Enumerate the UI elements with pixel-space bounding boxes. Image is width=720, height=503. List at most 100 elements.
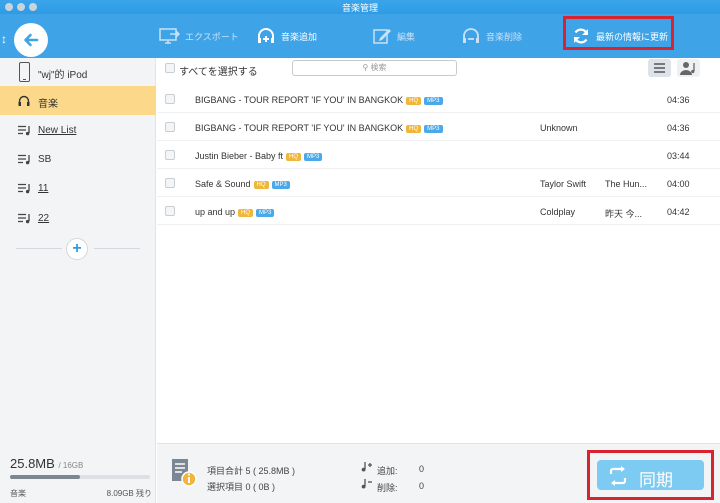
song-title-cell: up and up HQ MP3 xyxy=(195,207,275,217)
playlist-icon xyxy=(18,213,30,224)
sync-highlight-box: 同期 xyxy=(587,450,714,500)
hq-badge: HQ xyxy=(238,209,254,217)
artist-view-button[interactable] xyxy=(677,59,700,77)
window-title: 音楽管理 xyxy=(341,3,378,13)
table-row[interactable]: BIGBANG - TOUR REPORT 'IF YOU' IN BANGKO… xyxy=(157,85,720,113)
list-view-button[interactable] xyxy=(648,59,671,77)
storage-remaining: 8.09GB 残り xyxy=(106,489,152,498)
total-items: 項目合計 5 ( 25.8MB ) xyxy=(207,466,296,476)
sidebar-item-label: SB xyxy=(38,154,52,165)
song-artist: Coldplay xyxy=(540,207,576,217)
playlist-icon xyxy=(18,183,30,194)
mp3-badge: MP3 xyxy=(256,209,275,217)
table-row[interactable]: up and up HQ MP3 Coldplay 昨天 今... 04:42 xyxy=(157,197,720,225)
export-button[interactable]: エクスポート xyxy=(158,22,239,50)
headphones-remove-icon xyxy=(463,28,479,43)
song-album: 昨天 今... xyxy=(605,209,643,219)
sidebar-item-label: New List xyxy=(38,125,77,136)
add-music-label: 音楽追加 xyxy=(281,31,318,42)
add-music-button[interactable]: 音楽追加 xyxy=(256,22,317,50)
added-label: 追加: xyxy=(377,466,398,476)
sync-label: 同期 xyxy=(639,471,673,490)
song-title: BIGBANG - TOUR REPORT 'IF YOU' IN BANGKO… xyxy=(195,123,404,133)
sidebar-item-label: 11 xyxy=(38,183,49,194)
sidebar-item-sb[interactable]: SB xyxy=(0,145,156,174)
hq-badge: HQ xyxy=(286,153,302,161)
song-album: The Hun... xyxy=(605,179,648,189)
song-title: Justin Bieber - Baby ft xyxy=(195,151,284,161)
select-all-label[interactable]: すべてを選択する xyxy=(179,63,258,78)
storage-used: 25.8MB xyxy=(10,456,55,471)
song-title-cell: Justin Bieber - Baby ft HQ MP3 xyxy=(195,151,323,161)
search-input[interactable]: ⚲ 検索 xyxy=(292,60,457,76)
song-duration: 04:42 xyxy=(667,207,690,217)
row-checkbox[interactable] xyxy=(165,150,175,160)
artist-view-icon xyxy=(680,62,695,75)
storage-bar xyxy=(10,475,150,479)
deleted-count: 0 xyxy=(419,481,425,491)
selected-items: 選択項目 0 ( 0B ) xyxy=(207,482,276,492)
row-checkbox[interactable] xyxy=(165,94,175,104)
mp3-badge: MP3 xyxy=(424,125,443,133)
refresh-highlight-box xyxy=(563,16,674,50)
divider xyxy=(94,248,140,249)
sidebar-item-11[interactable]: 11 xyxy=(0,174,156,203)
device-name: "wj"的 iPod xyxy=(38,70,88,81)
table-row[interactable]: BIGBANG - TOUR REPORT 'IF YOU' IN BANGKO… xyxy=(157,113,720,141)
table-row[interactable]: Justin Bieber - Baby ft HQ MP3 03:44 xyxy=(157,141,720,169)
song-title: up and up xyxy=(195,207,236,217)
resize-handle-icon[interactable]: ↕ xyxy=(1,32,7,46)
hq-badge: HQ xyxy=(253,181,269,189)
sidebar-item-label: 音楽 xyxy=(38,99,58,110)
sidebar-item-music[interactable]: 音楽 xyxy=(0,86,156,115)
sidebar-item-22[interactable]: 22 xyxy=(0,204,156,233)
list-view-icon xyxy=(654,63,665,73)
back-button[interactable] xyxy=(14,23,48,57)
device-row[interactable]: "wj"的 iPod xyxy=(0,58,156,86)
row-checkbox[interactable] xyxy=(165,122,175,132)
sync-button[interactable]: 同期 xyxy=(597,460,704,490)
mp3-badge: MP3 xyxy=(304,153,323,161)
song-title-cell: BIGBANG - TOUR REPORT 'IF YOU' IN BANGKO… xyxy=(195,95,443,105)
song-duration: 04:36 xyxy=(667,123,690,133)
row-checkbox[interactable] xyxy=(165,178,175,188)
song-title-cell: BIGBANG - TOUR REPORT 'IF YOU' IN BANGKO… xyxy=(195,123,443,133)
deleted-label: 削除: xyxy=(377,483,398,493)
item-info-icon xyxy=(172,459,197,487)
edit-button[interactable]: 編集 xyxy=(372,22,415,50)
headphones-add-icon xyxy=(258,28,274,43)
song-title-cell: Safe & Sound HQ MP3 xyxy=(195,179,290,189)
storage-summary: 25.8MB / 16GB xyxy=(10,456,83,471)
hq-badge: HQ xyxy=(406,97,422,105)
sidebar: "wj"的 iPod 音楽 New List SB 11 22 + 25.8MB… xyxy=(0,58,156,503)
edit-label: 編集 xyxy=(397,31,416,42)
song-duration: 03:44 xyxy=(667,151,690,161)
search-placeholder: 検索 xyxy=(370,63,387,72)
song-title: Safe & Sound xyxy=(195,179,251,189)
deleted-music-icon xyxy=(361,479,372,489)
add-playlist-row: + xyxy=(16,238,140,260)
song-title: BIGBANG - TOUR REPORT 'IF YOU' IN BANGKO… xyxy=(195,95,404,105)
playlist-icon xyxy=(18,125,30,136)
playlist-icon xyxy=(18,154,30,165)
select-all-checkbox[interactable] xyxy=(165,63,175,73)
storage-category: 音楽 xyxy=(10,489,26,498)
song-list-panel: すべてを選択する ⚲ 検索 BIGBANG - TOUR REPORT 'IF … xyxy=(157,58,720,443)
back-arrow-icon xyxy=(24,33,39,47)
row-checkbox[interactable] xyxy=(165,206,175,216)
delete-music-button[interactable]: 音楽削除 xyxy=(461,22,522,50)
sidebar-item-label: 22 xyxy=(38,213,50,224)
sidebar-item-new-list[interactable]: New List xyxy=(0,116,156,145)
list-toolbar: すべてを選択する ⚲ 検索 xyxy=(157,58,720,80)
edit-icon xyxy=(373,29,391,44)
storage-total: / 16GB xyxy=(58,461,84,470)
mp3-badge: MP3 xyxy=(271,181,290,189)
divider xyxy=(16,248,62,249)
hq-badge: HQ xyxy=(406,125,422,133)
export-label: エクスポート xyxy=(185,31,239,42)
storage-footer: 音楽 8.09GB 残り xyxy=(10,488,152,499)
status-footer: 項目合計 5 ( 25.8MB ) 選択項目 0 ( 0B ) 追加: 0 削除… xyxy=(157,443,720,503)
add-playlist-button[interactable]: + xyxy=(66,238,88,260)
song-duration: 04:00 xyxy=(667,179,690,189)
table-row[interactable]: Safe & Sound HQ MP3 Taylor Swift The Hun..… xyxy=(157,169,720,197)
